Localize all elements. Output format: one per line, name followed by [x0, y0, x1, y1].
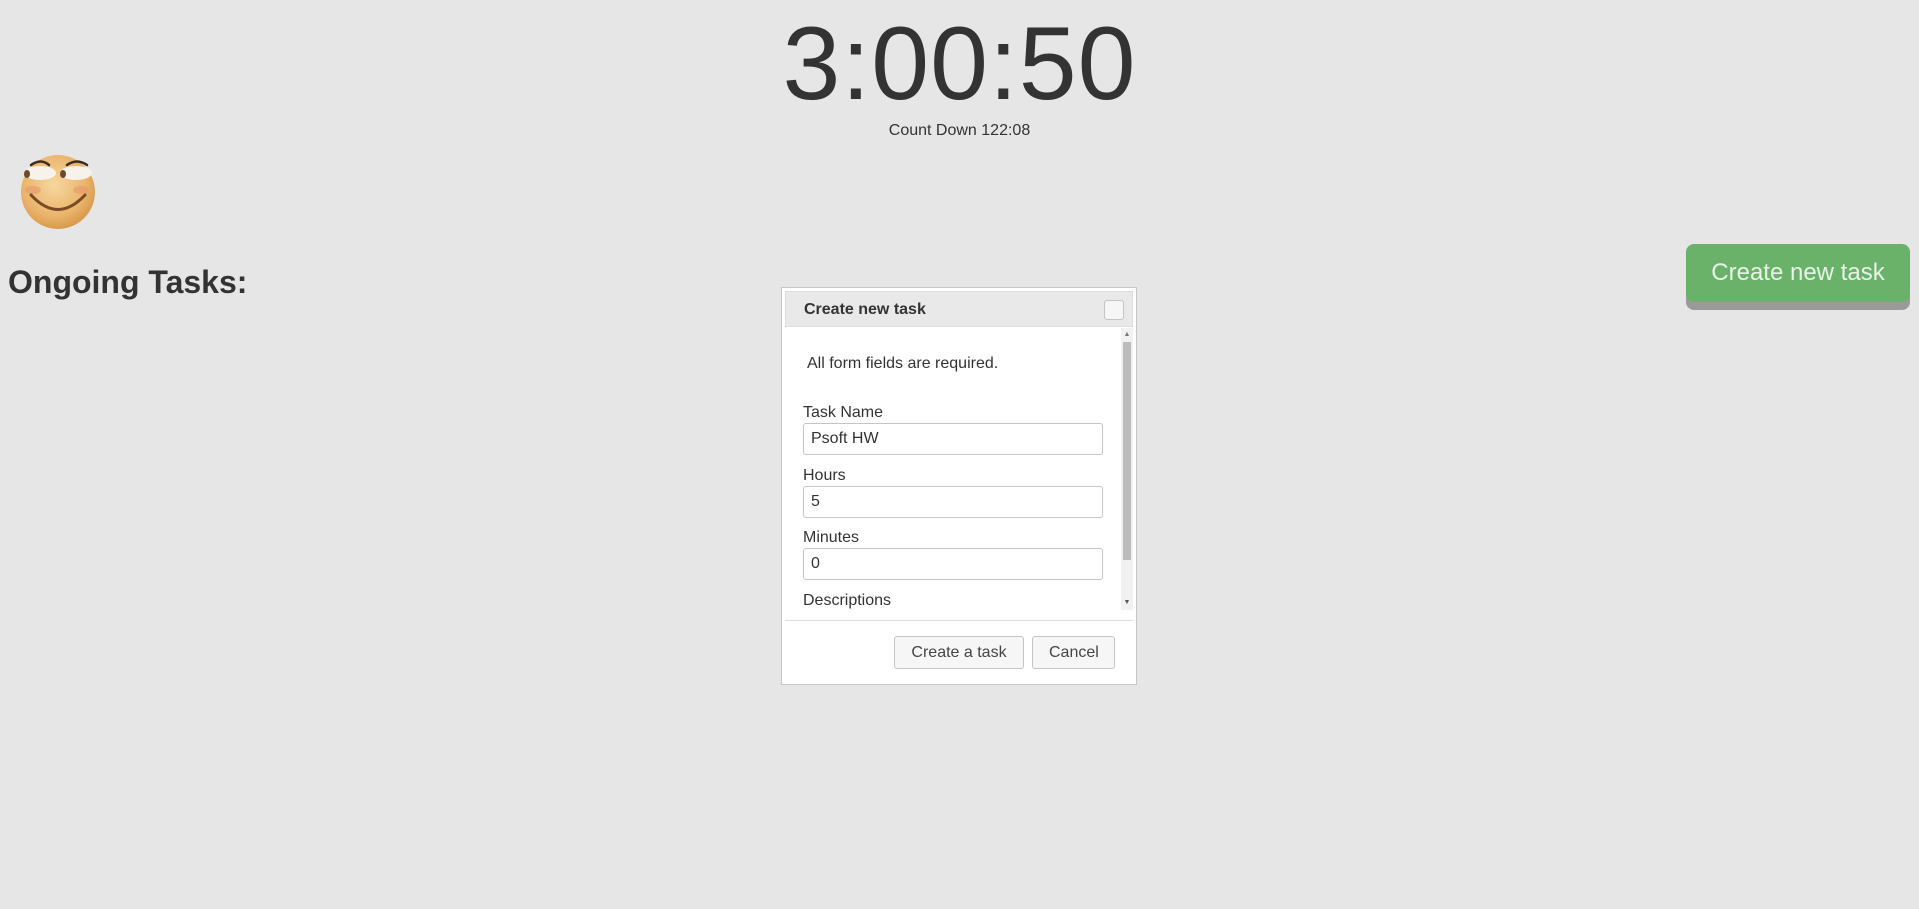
minutes-label: Minutes	[803, 529, 860, 546]
smiling-face-icon	[21, 155, 95, 229]
required-note: All form fields are required.	[807, 355, 999, 372]
task-name-label: Task Name	[803, 404, 884, 421]
countdown-text: Count Down 122:08	[888, 122, 1031, 139]
hours-input[interactable]	[803, 486, 1103, 518]
ongoing-tasks-heading: Ongoing Tasks:	[8, 264, 248, 300]
create-new-task-button[interactable]: Create new task	[1686, 244, 1910, 302]
scroll-down-arrow-icon[interactable]: ▼	[1121, 598, 1133, 608]
dialog-close-button[interactable]	[1104, 300, 1124, 320]
descriptions-label: Descriptions	[803, 592, 892, 609]
dialog-footer: Create a task Cancel	[785, 620, 1133, 680]
dialog-titlebar[interactable]: Create new task	[785, 291, 1133, 327]
task-name-input[interactable]	[803, 423, 1103, 455]
minutes-input[interactable]	[803, 548, 1103, 580]
create-task-dialog: Create new task All form fields are requ…	[781, 287, 1137, 685]
scroll-up-arrow-icon[interactable]: ▲	[1121, 330, 1133, 340]
create-a-task-button[interactable]: Create a task	[894, 636, 1024, 669]
timer-page: 3:00:50 Count Down 122:08 Ongoing Tasks:…	[0, 0, 1919, 909]
scroll-thumb[interactable]	[1123, 342, 1131, 560]
hours-label: Hours	[803, 467, 846, 484]
clock-display: 3:00:50	[782, 6, 1137, 122]
dialog-scrollbar[interactable]: ▲ ▼	[1121, 328, 1133, 610]
cancel-button[interactable]: Cancel	[1032, 636, 1115, 669]
dialog-title: Create new task	[804, 301, 926, 318]
